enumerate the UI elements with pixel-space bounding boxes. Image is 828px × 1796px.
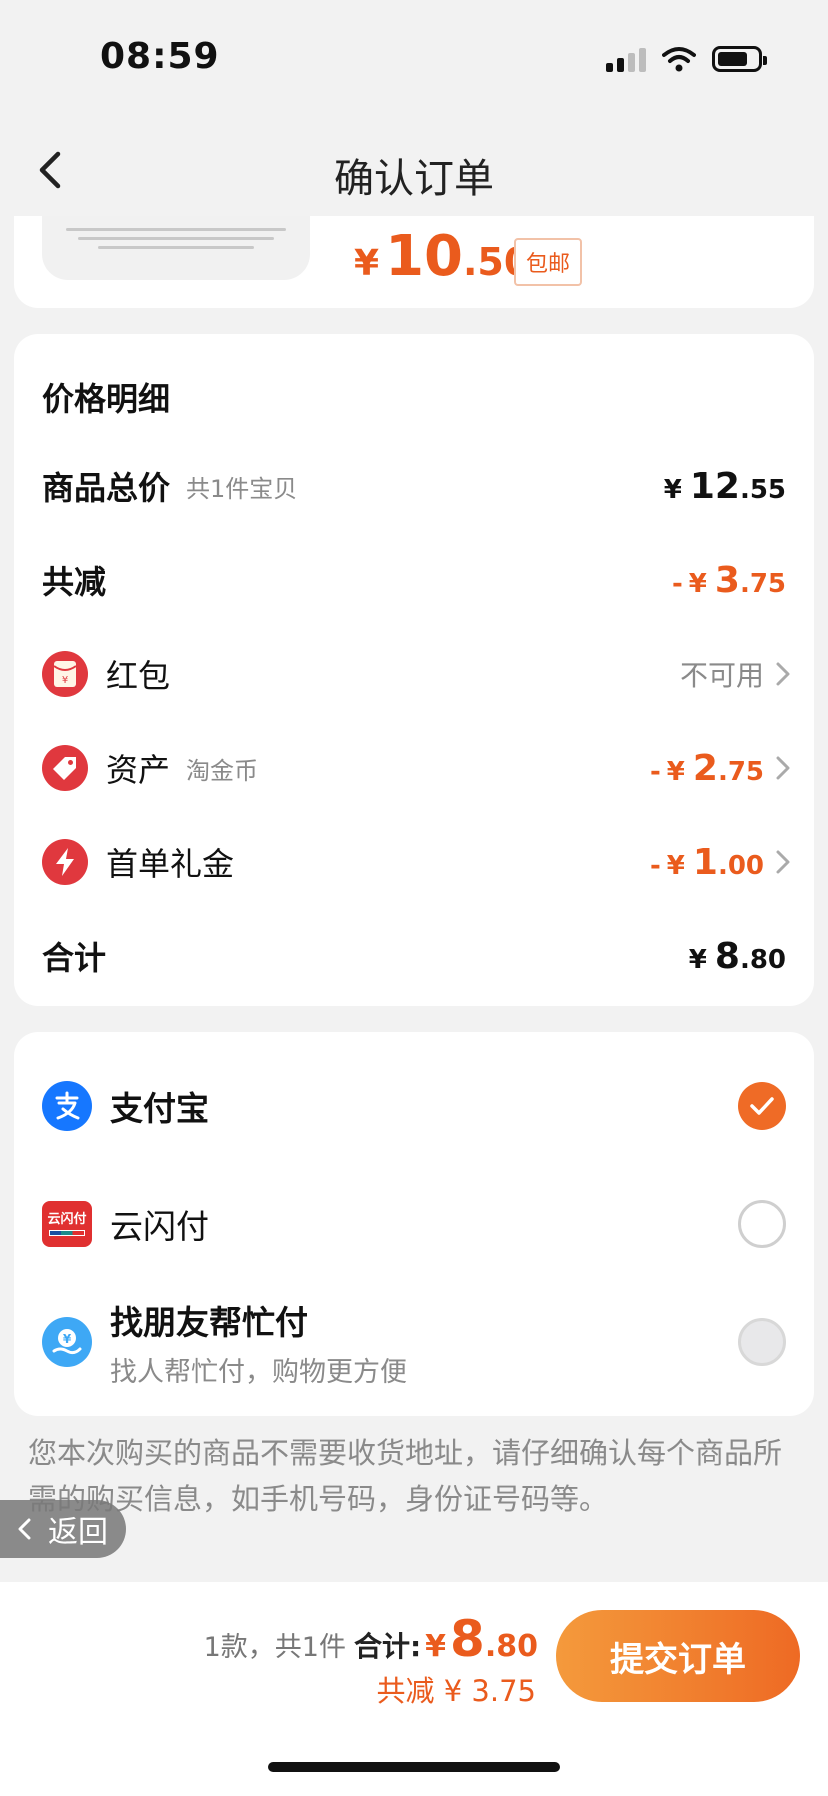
- status-time: 08:59: [100, 36, 220, 77]
- alipay-icon: [42, 1081, 92, 1131]
- radio-friend-pay[interactable]: [738, 1318, 786, 1366]
- chevron-left-icon: [18, 1518, 31, 1540]
- total-reduce-label: 共减: [42, 563, 107, 601]
- assets-row[interactable]: 资产 淘金币 - ¥ 2 .75: [42, 738, 790, 798]
- floating-back-label: 返回: [48, 1515, 108, 1550]
- payment-name-unionpay: 云闪付: [110, 1207, 209, 1246]
- total-reduce-amount: - ¥ 3 .75: [671, 559, 786, 601]
- svg-text:¥: ¥: [62, 675, 68, 686]
- goods-total-amount: ¥ 12 .55: [663, 465, 786, 507]
- tag-icon: [42, 745, 88, 791]
- payment-name-friend-pay: 找朋友帮忙付: [110, 1302, 308, 1342]
- first-order-label: 首单礼金: [106, 845, 235, 883]
- sum-row: 合计 ¥ 8 .80: [42, 926, 786, 986]
- address-notice: 您本次购买的商品不需要收货地址，请仔细确认每个商品所需的购买信息，如手机号码，身…: [28, 1436, 783, 1516]
- first-order-amount: - ¥ 1 .00: [649, 841, 764, 883]
- lightning-icon: [42, 839, 88, 885]
- payment-method-card: 支付宝 云闪付 云闪付 ¥ 找朋友帮忙付 找人帮忙付，购物更方便: [14, 1032, 814, 1416]
- status-icons: [606, 46, 767, 72]
- status-bar: 08:59: [0, 0, 828, 120]
- svg-text:¥: ¥: [63, 1332, 72, 1346]
- battery-icon: [712, 46, 767, 72]
- red-envelope-icon: ¥: [42, 651, 88, 697]
- product-thumbnail: [42, 216, 310, 280]
- total-label: 合计:: [353, 1630, 422, 1663]
- red-packet-status: 不可用: [679, 659, 764, 692]
- chevron-right-icon: [776, 662, 790, 686]
- goods-total-row: 商品总价 共1件宝贝 ¥ 12 .55: [42, 456, 786, 516]
- submit-order-button[interactable]: 提交订单: [556, 1610, 800, 1702]
- free-shipping-badge: 包邮: [514, 238, 583, 286]
- product-price: ¥ 10 .50: [354, 224, 531, 289]
- assets-sub: 淘金币: [186, 756, 259, 785]
- first-order-row[interactable]: 首单礼金 - ¥ 1 .00: [42, 832, 790, 892]
- total-amount: ¥ 8 .80: [425, 1610, 538, 1668]
- friend-pay-icon: ¥: [42, 1317, 92, 1367]
- assets-label: 资产: [106, 751, 171, 789]
- payment-option-alipay[interactable]: 支付宝: [42, 1058, 786, 1154]
- red-packet-label: 红包: [106, 657, 171, 695]
- price-detail-heading: 价格明细: [42, 380, 171, 418]
- unionpay-icon: 云闪付: [42, 1201, 92, 1247]
- floating-back-button[interactable]: 返回: [0, 1500, 126, 1558]
- item-count: 1款，共1件: [203, 1632, 346, 1663]
- friend-pay-text: 找朋友帮忙付 找人帮忙付，购物更方便: [110, 1296, 407, 1389]
- total-reduce-row: 共减 - ¥ 3 .75: [42, 550, 786, 610]
- wifi-icon: [662, 47, 696, 72]
- payment-option-unionpay[interactable]: 云闪付 云闪付: [42, 1176, 786, 1272]
- radio-checked-alipay[interactable]: [738, 1082, 786, 1130]
- nav-bar: 确认订单: [0, 120, 828, 220]
- red-packet-row[interactable]: ¥ 红包 不可用: [42, 644, 790, 704]
- payment-option-friend-pay[interactable]: ¥ 找朋友帮忙付 找人帮忙付，购物更方便: [42, 1294, 786, 1390]
- payment-name-alipay: 支付宝: [110, 1089, 209, 1128]
- payment-sub-friend-pay: 找人帮忙付，购物更方便: [110, 1356, 407, 1388]
- order-summary: 1款，共1件 合计: ¥ 8 .80: [204, 1610, 538, 1668]
- goods-total-label: 商品总价: [42, 469, 171, 507]
- goods-count: 共1件宝贝: [186, 474, 298, 503]
- product-card[interactable]: ¥ 10 .50 包邮: [14, 216, 814, 308]
- assets-amount: - ¥ 2 .75: [649, 747, 764, 789]
- sum-amount: ¥ 8 .80: [688, 935, 786, 977]
- price-detail-card: 价格明细 商品总价 共1件宝贝 ¥ 12 .55 共减 - ¥ 3 .75 ¥ …: [14, 334, 814, 1006]
- home-indicator: [268, 1762, 560, 1772]
- chevron-right-icon: [776, 850, 790, 874]
- chevron-right-icon: [776, 756, 790, 780]
- page-title: 确认订单: [334, 156, 494, 202]
- radio-unionpay[interactable]: [738, 1200, 786, 1248]
- sum-label: 合计: [42, 939, 107, 977]
- signal-icon: [606, 46, 646, 72]
- checkmark-icon: [750, 1097, 774, 1115]
- discount-summary: 共减 ¥ 3.75: [376, 1674, 536, 1708]
